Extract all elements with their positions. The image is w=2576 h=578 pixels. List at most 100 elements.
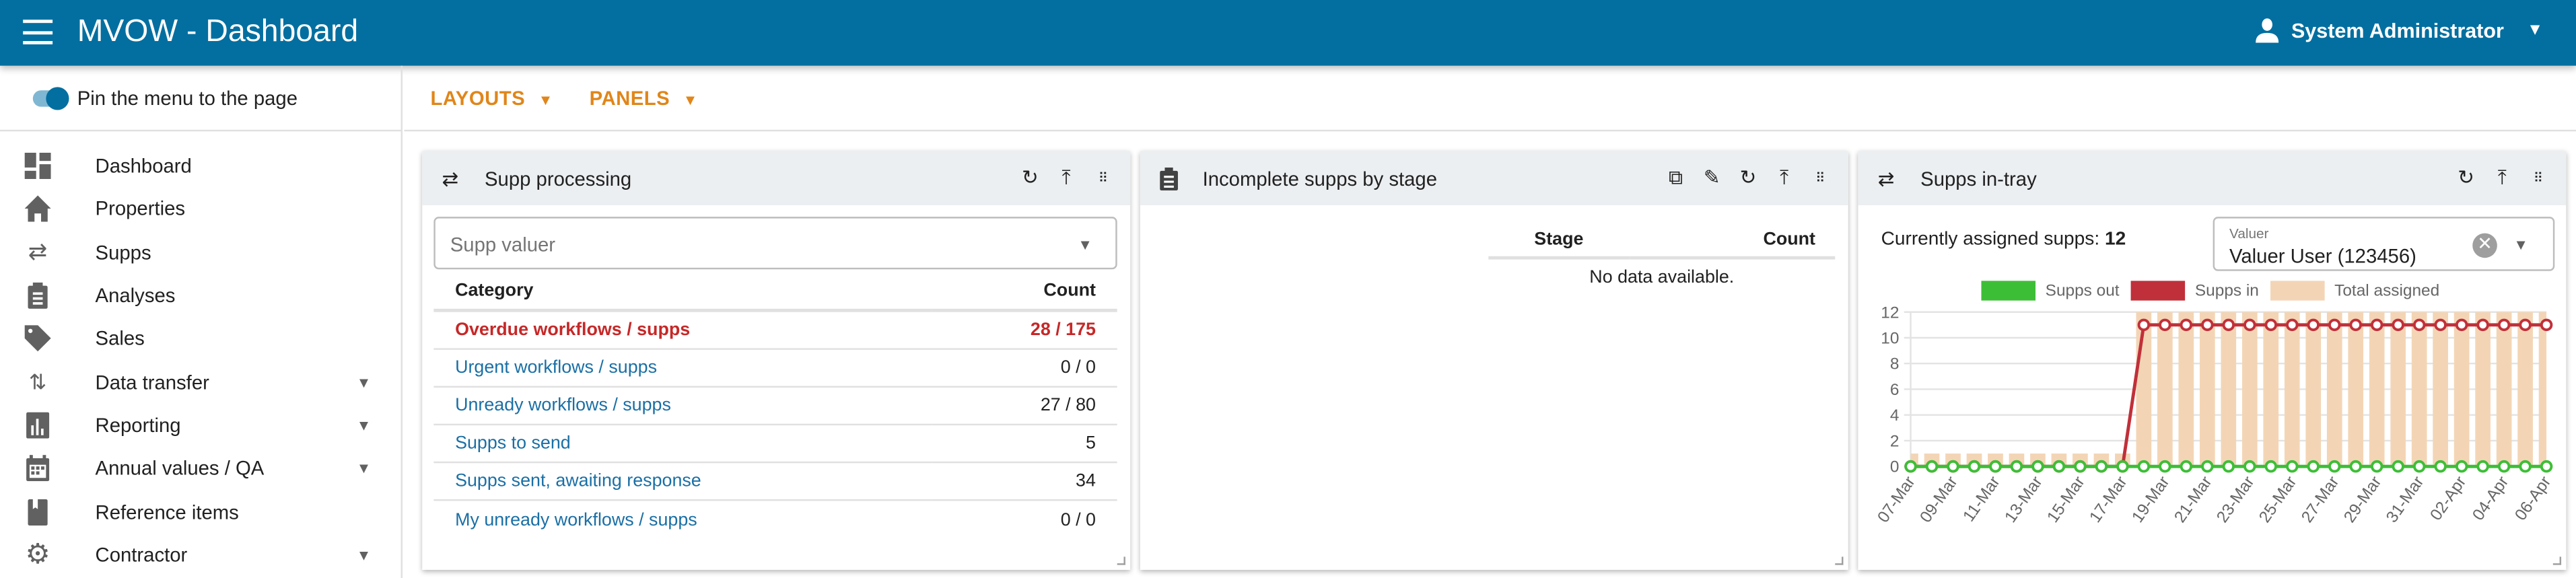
sidebar-item-supps[interactable]: ⇄ Supps <box>0 231 401 274</box>
category-link[interactable]: Supps sent, awaiting response <box>433 462 932 502</box>
x-tick-label: 21-Mar <box>2171 473 2215 526</box>
x-tick-label: 15-Mar <box>2044 473 2088 526</box>
legend-label: Supps in <box>2194 281 2259 300</box>
caret-down-icon[interactable]: ▼ <box>357 374 372 390</box>
supp-valuer-select[interactable]: Supp valuer ▼ <box>433 217 1117 270</box>
pin-menu-label: Pin the menu to the page <box>77 86 298 110</box>
point-supps-in <box>2434 318 2447 332</box>
table-row[interactable]: Urgent workflows / supps 0 / 0 <box>433 348 1117 388</box>
refresh-icon[interactable]: ↻ <box>1737 166 1760 189</box>
table-row[interactable]: Supps sent, awaiting response 34 <box>433 462 1117 502</box>
drag-handle-icon[interactable]: ⠿ <box>1809 166 1832 189</box>
drag-handle-icon[interactable]: ⠿ <box>1091 166 1114 189</box>
move-top-icon[interactable]: ⤒ <box>1055 165 1078 189</box>
drag-handle-icon[interactable]: ⠿ <box>2527 166 2550 189</box>
hamburger-icon[interactable] <box>23 20 53 44</box>
resize-handle[interactable] <box>1117 556 1125 565</box>
table-row[interactable]: Overdue workflows / supps 28 / 175 <box>433 310 1117 350</box>
bar-total-assigned <box>2390 312 2406 467</box>
resize-handle[interactable] <box>1835 556 1844 565</box>
legend-swatch <box>1981 281 2036 301</box>
edit-icon[interactable]: ✎ <box>1700 166 1723 189</box>
bar-total-assigned <box>2199 312 2215 467</box>
legend-item[interactable]: Total assigned <box>2270 281 2439 301</box>
user-name: System Administrator <box>2291 19 2504 42</box>
y-tick-label: 10 <box>1881 330 1899 348</box>
point-supps-in <box>2497 318 2511 332</box>
point-supps-out <box>2328 460 2341 473</box>
category-link[interactable]: Supps to send <box>433 425 932 464</box>
point-supps-out <box>2307 460 2320 473</box>
valuer-select[interactable]: Valuer Valuer User (123456) ✕ ▼ <box>2213 217 2555 271</box>
point-supps-out <box>2412 460 2426 473</box>
table-row[interactable]: My unready workflows / supps 0 / 0 <box>433 501 1117 539</box>
count-value: 34 <box>931 462 1117 502</box>
clear-icon[interactable]: ✕ <box>2472 233 2497 258</box>
x-tick-label: 07-Mar <box>1874 473 1918 526</box>
sidebar-item-reference-items[interactable]: Reference items <box>0 490 401 533</box>
x-tick-label: 27-Mar <box>2298 473 2342 526</box>
caret-down-icon: ▼ <box>683 91 698 108</box>
select-placeholder: Supp valuer <box>450 233 556 256</box>
supp-processing-table: Category Count Overdue workflows / supps 2… <box>433 273 1117 539</box>
layouts-label: LAYOUTS <box>430 86 526 110</box>
bar-total-assigned <box>2433 312 2448 467</box>
caret-down-icon[interactable]: ▼ <box>357 417 372 433</box>
point-supps-in <box>2476 318 2489 332</box>
pin-menu-toggle[interactable] <box>32 86 69 110</box>
column-header-count: Count <box>931 273 1117 312</box>
point-supps-out <box>2010 460 2023 473</box>
copy-icon[interactable]: ⧉ <box>1664 165 1687 189</box>
resize-handle[interactable] <box>2552 556 2562 565</box>
user-menu[interactable]: System Administrator ▼ <box>2255 18 2543 43</box>
point-supps-in <box>2222 318 2235 332</box>
dashboard-icon <box>23 151 53 181</box>
move-top-icon[interactable]: ⤒ <box>2491 165 2513 189</box>
clipboard-icon <box>1160 166 1186 190</box>
column-header-category: Category <box>433 273 932 312</box>
sidebar-item-sales[interactable]: Sales <box>0 318 401 361</box>
category-link[interactable]: Unready workflows / supps <box>433 386 932 426</box>
valuer-value: Valuer User (123456) <box>2229 244 2416 268</box>
point-supps-out <box>2476 460 2489 473</box>
sidebar-item-contractor[interactable]: ⚙ Contractor ▼ <box>0 533 401 576</box>
category-link[interactable]: Overdue workflows / supps <box>433 310 932 350</box>
caret-down-icon[interactable]: ▼ <box>357 546 372 563</box>
refresh-icon[interactable]: ↻ <box>2454 166 2477 189</box>
category-link[interactable]: Urgent workflows / supps <box>433 348 932 388</box>
point-supps-in <box>2307 318 2320 332</box>
point-supps-out <box>1989 460 2002 473</box>
move-top-icon[interactable]: ⤒ <box>1773 165 1796 189</box>
bar-total-assigned <box>2517 312 2533 467</box>
sidebar-item-annual-values-qa[interactable]: Annual values / QA ▼ <box>0 447 401 490</box>
table-row[interactable]: Supps to send 5 <box>433 425 1117 464</box>
column-header-count: Count <box>1629 221 1836 260</box>
point-supps-out <box>2349 460 2362 473</box>
refresh-icon[interactable]: ↻ <box>1018 166 1041 189</box>
supp-processing-panel: ⇄ Supp processing ↻ ⤒ ⠿ Supp valuer ▼ Cat… <box>422 151 1131 570</box>
sidebar-item-data-transfer[interactable]: ⇅ Data transfer ▼ <box>0 361 401 404</box>
x-tick-label: 17-Mar <box>2086 473 2130 526</box>
legend-item[interactable]: Supps out <box>1981 281 2120 301</box>
home-icon <box>23 194 53 224</box>
sidebar-item-reporting[interactable]: Reporting ▼ <box>0 404 401 447</box>
point-supps-out <box>2392 460 2404 473</box>
caret-down-icon[interactable]: ▼ <box>357 460 372 476</box>
tag-icon <box>23 324 53 354</box>
sidebar-item-dashboard[interactable]: Dashboard <box>0 145 401 188</box>
sidebar: Pin the menu to the page Dashboard Proper… <box>0 65 403 578</box>
panels-button[interactable]: PANELS ▼ <box>590 86 698 109</box>
gear-icon: ⚙ <box>25 538 50 570</box>
legend-item[interactable]: Supps in <box>2130 281 2259 301</box>
caret-down-icon: ▼ <box>2513 236 2529 253</box>
count-value: 0 / 0 <box>1060 510 1096 530</box>
sidebar-item-analyses[interactable]: Analyses <box>0 274 401 317</box>
panel-title: Incomplete supps by stage <box>1202 166 1438 190</box>
layouts-button[interactable]: LAYOUTS ▼ <box>430 86 553 109</box>
person-icon <box>2255 18 2278 43</box>
sidebar-item-label: Supps <box>95 241 151 264</box>
sidebar-item-properties[interactable]: Properties <box>0 188 401 231</box>
panel-title: Supps in-tray <box>1920 166 2037 190</box>
category-link[interactable]: My unready workflows / supps <box>433 501 931 539</box>
table-row[interactable]: Unready workflows / supps 27 / 80 <box>433 386 1117 426</box>
